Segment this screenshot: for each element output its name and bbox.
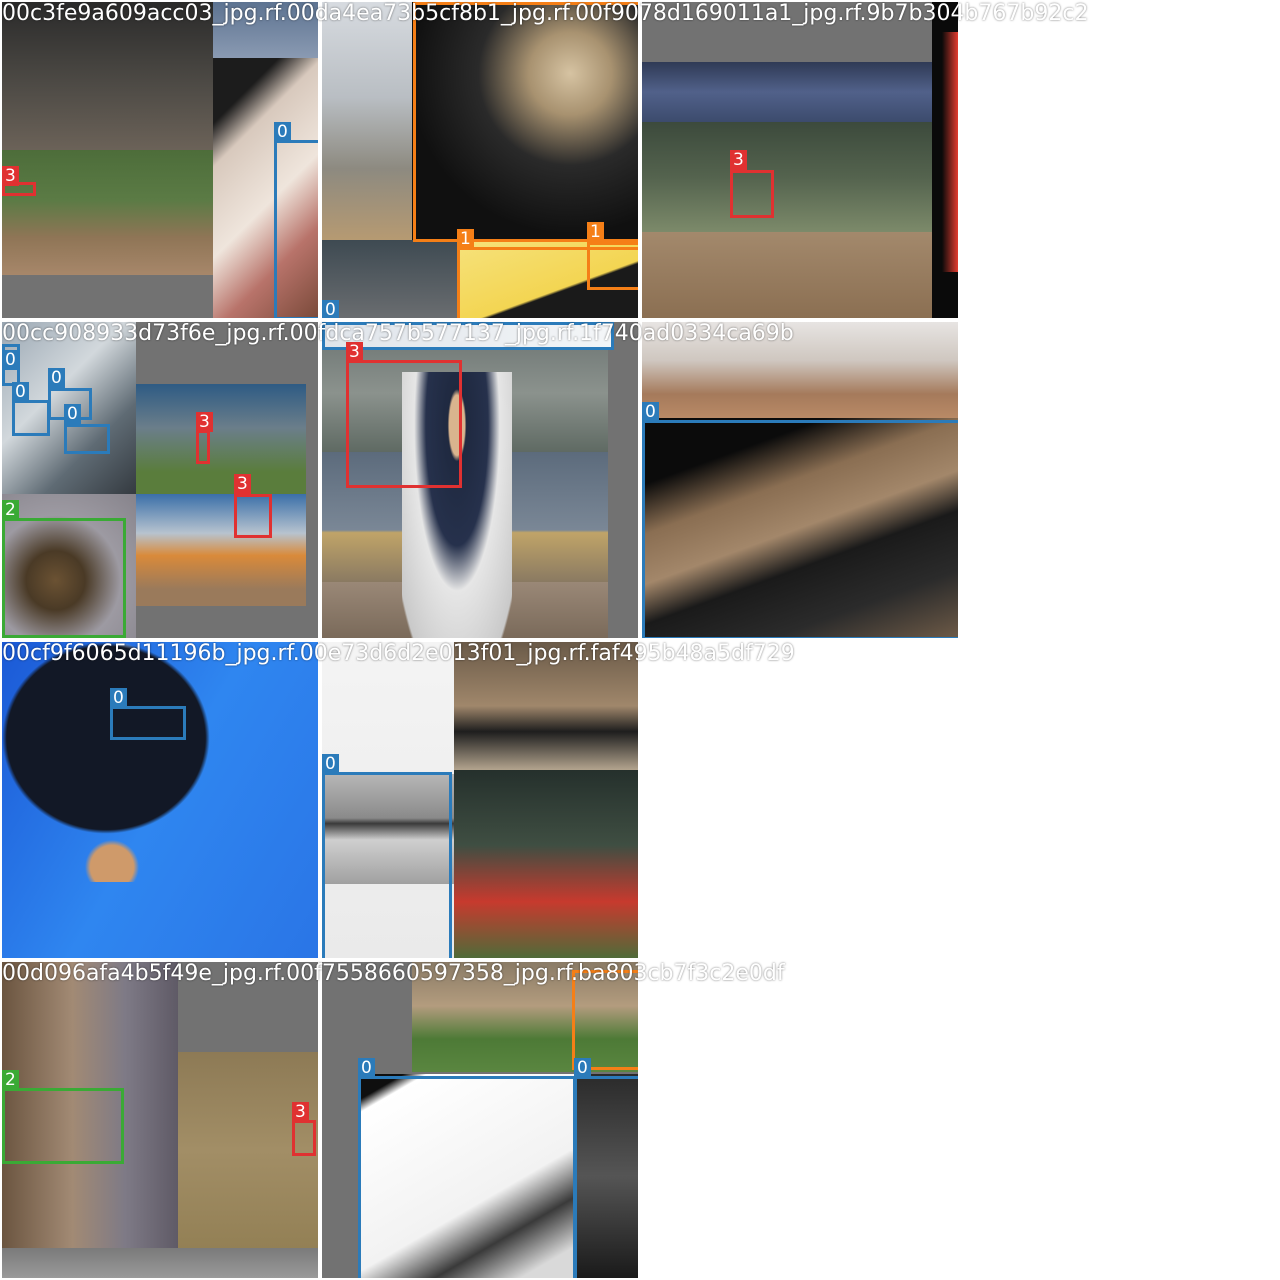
- crowd-photo: [642, 62, 932, 122]
- tile-baseball-stadium[interactable]: 3 0: [2, 2, 318, 318]
- bbox: [730, 170, 774, 218]
- tile-glass-case-knives[interactable]: 0 0 0 0 3 3 2: [2, 322, 318, 638]
- bbox: [12, 400, 50, 436]
- bbox: [346, 360, 462, 488]
- catcher-photo: [454, 770, 638, 958]
- bbox-label: 3: [196, 412, 213, 432]
- bbox-label: 2: [2, 1070, 19, 1090]
- gray-fill: [2, 275, 213, 318]
- bbox: [322, 772, 452, 958]
- bbox-label: 1: [457, 229, 474, 249]
- bbox-label: 0: [322, 754, 339, 774]
- bbox: [413, 2, 638, 242]
- tile-batter-catcher-umpire[interactable]: 3: [642, 2, 958, 318]
- bbox: [2, 518, 126, 638]
- tile-revolver-white[interactable]: 1 0 0: [322, 962, 638, 1278]
- person-photo: [2, 642, 262, 882]
- batter-photo: [136, 494, 306, 606]
- red-edge: [942, 32, 958, 272]
- bbox-label: 3: [2, 166, 19, 186]
- tile-blurred-knife[interactable]: 2 3: [2, 962, 318, 1278]
- crowd-photo: [322, 240, 458, 318]
- bbox-label: 0: [110, 688, 127, 708]
- bottom-strip: [2, 1248, 318, 1278]
- bbox-label: 3: [234, 474, 251, 494]
- bbox-label: 0: [322, 300, 339, 318]
- tile-pistol-slide[interactable]: 0: [322, 642, 638, 958]
- bbox-label: 1: [587, 222, 604, 242]
- bbox-label: 0: [642, 402, 659, 422]
- dirt-photo: [642, 232, 932, 318]
- bbox: [196, 430, 210, 464]
- bbox-label: 2: [2, 500, 19, 520]
- bbox: [358, 1076, 576, 1278]
- tile-upside-down-person[interactable]: 0: [2, 642, 318, 958]
- bbox: [574, 1076, 638, 1278]
- bbox-label: 3: [292, 1102, 309, 1122]
- bbox-label: 0: [574, 1058, 591, 1078]
- bbox-label: 0: [274, 122, 291, 142]
- bbox-label: 0: [64, 404, 81, 424]
- baseball-team-photo: [136, 384, 306, 494]
- tile-softball-batter[interactable]: 3: [322, 322, 638, 638]
- bbox-label: 3: [730, 150, 747, 170]
- field-grass: [2, 150, 213, 275]
- bbox: [587, 242, 638, 290]
- image-caption: 00cf9f6065d11196b_jpg.rf.00e73d6d2e013f0…: [2, 641, 795, 666]
- image-caption: 00d096afa4b5f49e_jpg.rf.00f7558660597358…: [2, 961, 785, 986]
- bbox: [110, 706, 186, 740]
- baseball-player-photo: [322, 2, 412, 240]
- bbox-label: 0: [12, 382, 29, 402]
- bbox: [64, 424, 110, 454]
- image-caption: 00c3fe9a609acc03_jpg.rf.00da4ea73b5cf8b1…: [2, 1, 1089, 26]
- bbox: [2, 1088, 124, 1164]
- bbox: [274, 140, 318, 318]
- mosaic-grid: 3 0 1 1 0 3 0 0 0 0 3 3 2 3 0 0 0 2 3 0 …: [0, 0, 1280, 1280]
- tile-rifle-closeup[interactable]: 1 1 0: [322, 2, 638, 318]
- image-caption: 00cc908933d73f6e_jpg.rf.00fdca757b577137…: [2, 321, 794, 346]
- bbox: [234, 494, 272, 538]
- bbox-label: 0: [48, 368, 65, 388]
- bbox: [642, 420, 958, 638]
- tile-revolver-on-wood[interactable]: 0: [642, 322, 958, 638]
- bbox-label: 0: [358, 1058, 375, 1078]
- bbox: [292, 1120, 316, 1156]
- dugout-photo: [642, 122, 932, 232]
- bbox-label: 0: [2, 350, 19, 370]
